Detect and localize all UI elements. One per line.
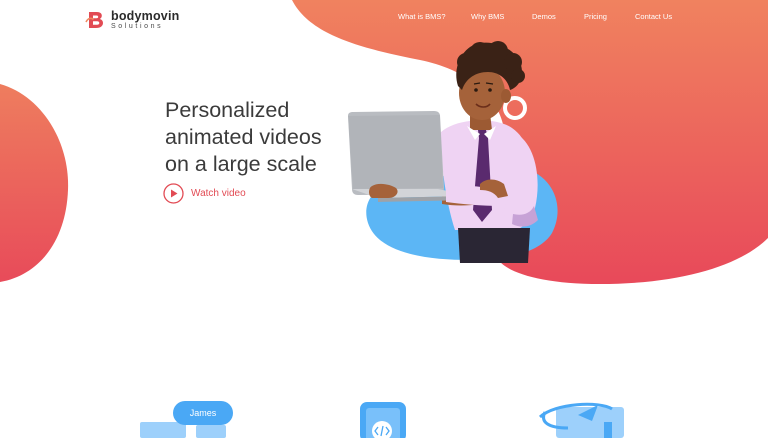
nav-what-is-bms[interactable]: What is BMS?: [398, 12, 446, 21]
nav-why-bms[interactable]: Why BMS: [471, 12, 504, 21]
hero-illustration: [348, 41, 558, 263]
nav-demos[interactable]: Demos: [532, 12, 556, 21]
chat-name-bubble: James: [173, 401, 233, 425]
play-icon: [163, 183, 184, 204]
watch-video-button[interactable]: Watch video: [163, 183, 246, 204]
main-nav: What is BMS? Why BMS Demos Pricing Conta…: [388, 12, 688, 26]
brand-logo[interactable]: bodymovin Solutions: [85, 9, 179, 31]
bodymovin-logo-icon: [85, 12, 103, 28]
brand-name: bodymovin: [111, 8, 180, 23]
features-illustrations: [140, 402, 624, 438]
watch-video-label: Watch video: [191, 188, 246, 199]
nav-contact-us[interactable]: Contact Us: [635, 12, 672, 21]
brand-subtitle: Solutions: [111, 23, 164, 31]
nav-pricing[interactable]: Pricing: [584, 12, 607, 21]
